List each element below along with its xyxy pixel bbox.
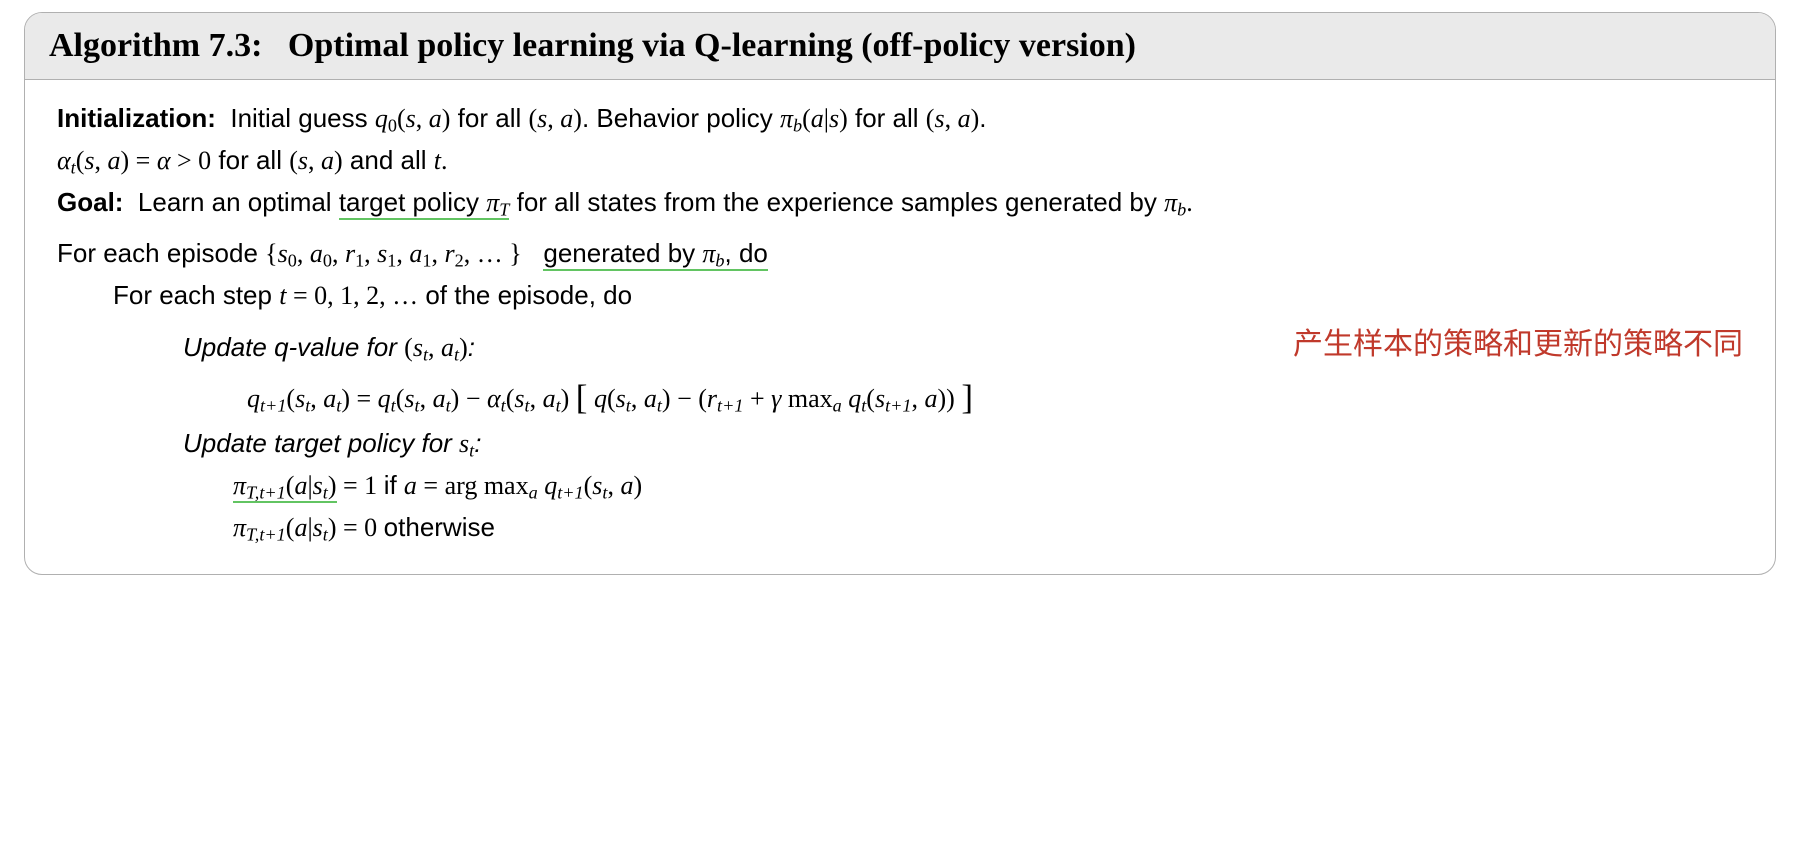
goal-text-2: for all states from the experience sampl…: [517, 187, 1164, 217]
algorithm-body: Initialization: Initial guess q0(s, a) f…: [25, 80, 1775, 574]
loop1-c: , do: [725, 238, 768, 268]
pi-cond-if: if: [384, 470, 404, 500]
init-text-3: . Behavior policy: [582, 103, 780, 133]
loop1-generated: generated by πb, do: [543, 238, 768, 271]
goal-text-1: Learn an optimal: [138, 187, 339, 217]
goal-block: Goal: Learn an optimal target policy πT …: [57, 182, 1743, 224]
algorithm-box: Algorithm 7.3: Optimal policy learning v…: [24, 12, 1776, 575]
math-pib: πb(a|s): [780, 104, 848, 133]
math-pib-3: πb: [702, 239, 724, 268]
step1-label: Update q-value for: [183, 332, 404, 362]
step-update-pi: Update target policy for st:: [57, 423, 1743, 465]
math-st: st: [459, 429, 474, 458]
math-t-seq: t = 0, 1, 2, …: [279, 281, 418, 310]
math-stat: (st, at): [404, 333, 468, 362]
init-text-2: for all: [458, 103, 529, 133]
init-text-1: Initial guess: [230, 103, 375, 133]
loop2-a: For each step: [113, 280, 279, 310]
algorithm-number: Algorithm 7.3:: [49, 27, 262, 64]
init-text-5: .: [979, 103, 986, 133]
pi-target-lhs: πT,t+1(a|st): [233, 471, 337, 503]
annotation-cn: 产生样本的策略和更新的策略不同: [1293, 322, 1743, 369]
inner-loop: For each step t = 0, 1, 2, … of the epis…: [57, 275, 1743, 316]
init-line2-b: and all: [350, 145, 434, 175]
math-episode-set: {s0, a0, r1, s1, a1, r2, … }: [265, 239, 522, 268]
init-label: Initialization:: [57, 103, 216, 133]
q-update-equation: qt+1(st, at) = qt(st, at) − αt(st, at) […: [57, 369, 1743, 423]
math-pair-sa: (s, a): [528, 104, 581, 133]
step-update-q: Update q-value for (st, at):: [183, 327, 475, 369]
init-line2-a: for all: [218, 145, 289, 175]
initialization-block: Initialization: Initial guess q0(s, a) f…: [57, 98, 1743, 182]
math-t: t: [434, 146, 441, 175]
step-update-q-row: Update q-value for (st, at): 产生样本的策略和更新的…: [57, 322, 1743, 369]
page: Algorithm 7.3: Optimal policy learning v…: [0, 0, 1800, 587]
math-q0sa: q0(s, a): [375, 104, 451, 133]
loop2-b: of the episode, do: [425, 280, 632, 310]
pi-cond-otherwise: otherwise: [384, 512, 495, 542]
init-text-4: for all: [855, 103, 926, 133]
outer-loop: For each episode {s0, a0, r1, s1, a1, r2…: [57, 233, 1743, 275]
algorithm-title-bar: Algorithm 7.3: Optimal policy learning v…: [25, 13, 1775, 80]
goal-target-policy: target policy πT: [339, 187, 510, 220]
pi-update-1: πT,t+1(a|st) = 1 if a = arg maxa qt+1(st…: [57, 465, 1743, 507]
algorithm-title: Optimal policy learning via Q-learning (…: [288, 27, 1136, 64]
loop1-a: For each episode: [57, 238, 265, 268]
math-piT: πT: [486, 188, 509, 217]
math-pair-sa-3: (s, a): [289, 146, 342, 175]
math-alpha-def: αt(s, a) = α > 0: [57, 146, 211, 175]
step2-label: Update target policy for: [183, 428, 459, 458]
goal-label: Goal:: [57, 187, 123, 217]
math-pib-2: πb: [1164, 188, 1186, 217]
pi-update-0: πT,t+1(a|st) = 0 otherwise: [57, 507, 1743, 549]
math-pair-sa-2: (s, a): [926, 104, 979, 133]
